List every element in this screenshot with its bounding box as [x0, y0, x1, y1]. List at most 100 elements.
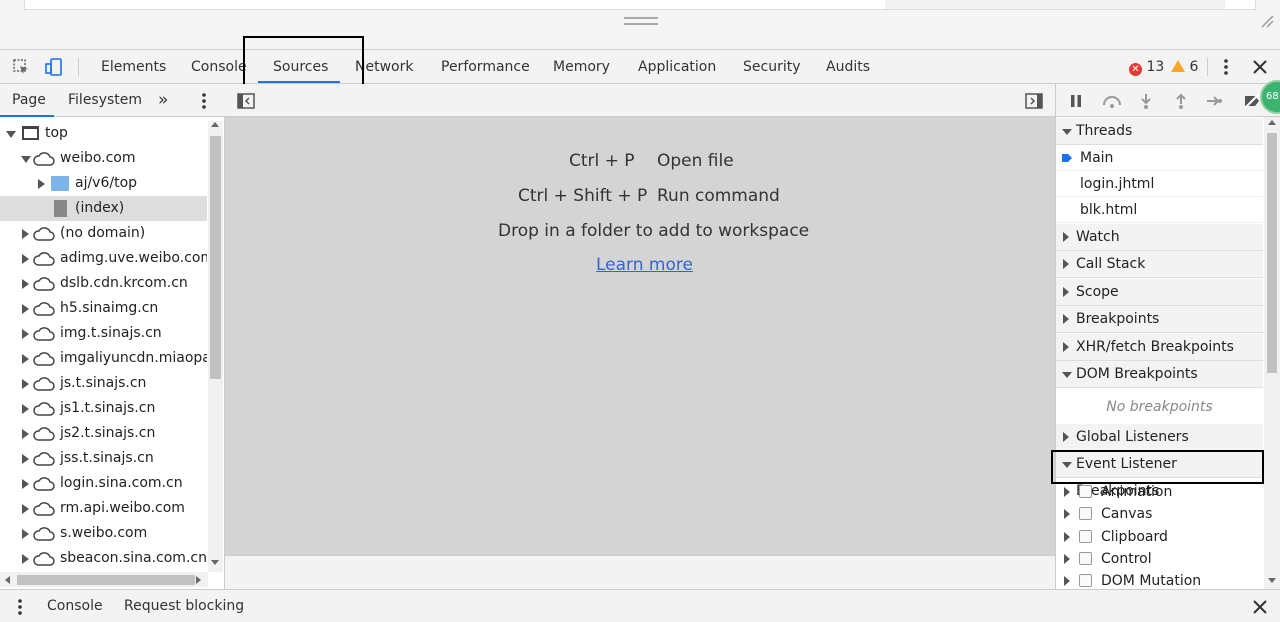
close-drawer-icon[interactable]	[1251, 598, 1269, 616]
collapsed-arrow-icon[interactable]	[22, 554, 29, 564]
category-checkbox[interactable]	[1079, 485, 1092, 498]
category-checkbox[interactable]	[1079, 574, 1092, 587]
resize-corner-icon[interactable]	[1258, 12, 1274, 28]
tree-item-domain[interactable]: rm.api.weibo.com	[0, 496, 207, 521]
expand-arrow-icon[interactable]	[21, 156, 31, 163]
scroll-right-icon[interactable]	[196, 576, 201, 584]
thread-main[interactable]: Main	[1056, 145, 1263, 171]
event-category-animation[interactable]: Animation	[1056, 481, 1263, 503]
category-checkbox[interactable]	[1079, 552, 1092, 565]
drawer-tab-request-blocking[interactable]: Request blocking	[124, 590, 244, 622]
event-category-control[interactable]: Control	[1056, 548, 1263, 570]
scroll-up-icon[interactable]	[1268, 120, 1276, 125]
toggle-debugger-icon[interactable]	[1025, 92, 1043, 110]
collapsed-arrow-icon[interactable]	[22, 229, 29, 239]
collapsed-arrow-icon[interactable]	[22, 254, 29, 264]
tree-item-domain[interactable]: js1.t.sinajs.cn	[0, 396, 207, 421]
dock-drag-handle[interactable]	[624, 17, 658, 25]
collapsed-arrow-icon[interactable]	[38, 179, 45, 189]
tree-item-domain[interactable]: sbeacon.sina.com.cn	[0, 546, 207, 571]
tree-item-folder[interactable]: aj/v6/top	[0, 171, 207, 196]
tab-page[interactable]: Page	[12, 84, 46, 117]
section-xhr-breakpoints[interactable]: XHR/fetch Breakpoints	[1056, 334, 1263, 361]
collapsed-arrow-icon[interactable]	[22, 529, 29, 539]
thread-login[interactable]: login.jhtml	[1056, 171, 1263, 197]
tab-filesystem[interactable]: Filesystem	[68, 84, 142, 117]
tree-item-domain[interactable]: js2.t.sinajs.cn	[0, 421, 207, 446]
section-watch[interactable]: Watch	[1056, 224, 1263, 251]
tree-item-domain[interactable]: img.t.sinajs.cn	[0, 321, 207, 346]
toggle-navigator-icon[interactable]	[237, 92, 255, 110]
pause-icon[interactable]	[1067, 92, 1085, 110]
collapsed-arrow-icon[interactable]	[22, 329, 29, 339]
section-threads[interactable]: Threads	[1056, 118, 1263, 145]
tree-item-domain[interactable]: h5.sinaimg.cn	[0, 296, 207, 321]
tree-item-domain[interactable]: imgaliyuncdn.miaopai.	[0, 346, 207, 371]
tab-elements[interactable]: Elements	[101, 50, 166, 84]
warning-counter[interactable]: 6	[1171, 50, 1198, 84]
tree-item-index[interactable]: (index)	[0, 196, 207, 221]
close-devtools-icon[interactable]	[1251, 58, 1269, 76]
drawer-tab-console[interactable]: Console	[47, 590, 103, 622]
tree-item-domain[interactable]: login.sina.com.cn	[0, 471, 207, 496]
collapsed-arrow-icon[interactable]	[1064, 576, 1070, 586]
collapsed-arrow-icon[interactable]	[1064, 487, 1070, 497]
collapsed-arrow-icon[interactable]	[22, 504, 29, 514]
tab-security[interactable]: Security	[743, 50, 801, 84]
category-checkbox[interactable]	[1079, 530, 1092, 543]
tab-application[interactable]: Application	[638, 50, 716, 84]
collapsed-arrow-icon[interactable]	[22, 404, 29, 414]
debugger-scroll-thumb[interactable]	[1267, 133, 1277, 373]
collapsed-arrow-icon[interactable]	[22, 454, 29, 464]
category-checkbox[interactable]	[1079, 507, 1092, 520]
collapsed-arrow-icon[interactable]	[22, 429, 29, 439]
step-icon[interactable]	[1205, 92, 1223, 110]
tree-item-top[interactable]: top	[0, 121, 207, 146]
tree-item-domain[interactable]: adimg.uve.weibo.com	[0, 246, 207, 271]
collapsed-arrow-icon[interactable]	[22, 479, 29, 489]
navigator-scroll-thumb[interactable]	[210, 136, 221, 379]
collapsed-arrow-icon[interactable]	[1064, 554, 1070, 564]
step-out-icon[interactable]	[1172, 92, 1190, 110]
more-tabs-icon[interactable]: »	[158, 84, 168, 117]
tab-memory[interactable]: Memory	[553, 50, 610, 84]
section-dom-breakpoints[interactable]: DOM Breakpoints	[1056, 361, 1263, 388]
navigator-menu-icon[interactable]	[195, 92, 213, 110]
collapsed-arrow-icon[interactable]	[1064, 532, 1070, 542]
tree-item-domain[interactable]: jss.t.sinajs.cn	[0, 446, 207, 471]
thread-blk[interactable]: blk.html	[1056, 197, 1263, 223]
section-breakpoints[interactable]: Breakpoints	[1056, 306, 1263, 333]
kebab-menu-icon[interactable]	[1217, 58, 1235, 76]
tab-console[interactable]: Console	[191, 50, 247, 84]
collapsed-arrow-icon[interactable]	[22, 354, 29, 364]
scroll-down-icon[interactable]	[1268, 578, 1276, 583]
event-category-clipboard[interactable]: Clipboard	[1056, 526, 1263, 548]
section-scope[interactable]: Scope	[1056, 279, 1263, 306]
inspect-element-icon[interactable]	[12, 58, 30, 76]
tree-item-domain[interactable]: dslb.cdn.krcom.cn	[0, 271, 207, 296]
deactivate-breakpoints-icon[interactable]	[1243, 92, 1261, 110]
step-over-icon[interactable]	[1101, 92, 1121, 110]
section-global-listeners[interactable]: Global Listeners	[1056, 424, 1263, 451]
drawer-menu-icon[interactable]	[11, 598, 29, 616]
collapsed-arrow-icon[interactable]	[1064, 509, 1070, 519]
event-category-canvas[interactable]: Canvas	[1056, 503, 1263, 525]
section-call-stack[interactable]: Call Stack	[1056, 251, 1263, 278]
tab-performance[interactable]: Performance	[441, 50, 530, 84]
tab-audits[interactable]: Audits	[826, 50, 870, 84]
expand-arrow-icon[interactable]	[6, 131, 16, 138]
device-toolbar-icon[interactable]	[45, 58, 63, 76]
collapsed-arrow-icon[interactable]	[22, 279, 29, 289]
tree-item-domain[interactable]: (no domain)	[0, 221, 207, 246]
step-into-icon[interactable]	[1137, 92, 1155, 110]
collapsed-arrow-icon[interactable]	[22, 304, 29, 314]
tree-item-domain[interactable]: js.t.sinajs.cn	[0, 371, 207, 396]
tree-item-weibo[interactable]: weibo.com	[0, 146, 207, 171]
scroll-down-icon[interactable]	[211, 560, 219, 565]
collapsed-arrow-icon[interactable]	[22, 379, 29, 389]
error-counter[interactable]: ✕ 13	[1129, 50, 1164, 84]
scroll-up-icon[interactable]	[211, 122, 219, 127]
event-category-dom-mutation[interactable]: DOM Mutation	[1056, 570, 1263, 589]
scroll-left-icon[interactable]	[5, 576, 10, 584]
navigator-hscroll-thumb[interactable]	[17, 575, 195, 585]
